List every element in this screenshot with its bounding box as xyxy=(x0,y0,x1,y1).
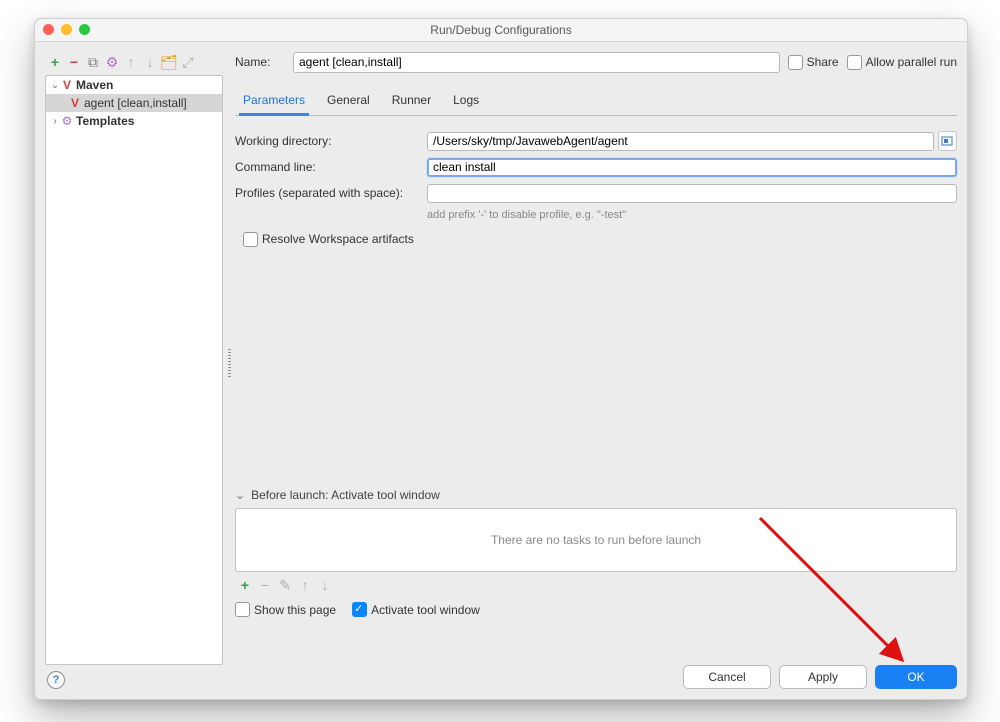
help-button[interactable]: ? xyxy=(47,671,65,689)
expand-button[interactable]: ⤢ xyxy=(180,54,196,70)
checkbox-icon xyxy=(235,602,250,617)
checkbox-icon xyxy=(788,55,803,70)
checkbox-icon xyxy=(352,602,367,617)
tree-node-maven[interactable]: ⌄ V Maven xyxy=(46,76,222,94)
show-this-page-checkbox[interactable]: Show this page xyxy=(235,602,336,617)
maven-icon: V xyxy=(68,96,82,110)
tree-node-templates[interactable]: › ⚙ Templates xyxy=(46,112,222,130)
before-launch-toolbar: + − ✎ ↑ ↓ xyxy=(235,572,957,596)
tree-label-maven: Maven xyxy=(74,78,113,92)
splitter[interactable] xyxy=(228,61,233,665)
remove-task-button[interactable]: − xyxy=(257,577,273,593)
maven-icon: V xyxy=(60,78,74,92)
working-directory-label: Working directory: xyxy=(235,134,427,148)
before-launch-section: ⌄ Before launch: Activate tool window Th… xyxy=(235,488,957,617)
share-label: Share xyxy=(807,55,839,69)
parameters-form: Working directory: Command line: xyxy=(235,128,957,252)
before-launch-list[interactable]: There are no tasks to run before launch xyxy=(235,508,957,572)
resolve-workspace-label: Resolve Workspace artifacts xyxy=(262,232,414,246)
title-bar: Run/Debug Configurations xyxy=(35,19,967,42)
edit-task-button[interactable]: ✎ xyxy=(277,577,293,593)
remove-config-button[interactable]: − xyxy=(66,54,82,70)
splitter-grip-icon xyxy=(228,349,231,377)
checkbox-icon xyxy=(847,55,862,70)
allow-parallel-checkbox[interactable]: Allow parallel run xyxy=(847,55,957,70)
command-line-label: Command line: xyxy=(235,160,427,174)
templates-icon: ⚙ xyxy=(60,114,74,128)
tab-bar: Parameters General Runner Logs xyxy=(235,87,957,116)
tab-parameters[interactable]: Parameters xyxy=(239,87,309,116)
move-task-up-button[interactable]: ↑ xyxy=(297,577,313,593)
before-launch-header: Before launch: Activate tool window xyxy=(251,488,440,502)
folder-button[interactable]: 🗂 xyxy=(161,54,177,70)
tree-label-templates: Templates xyxy=(74,114,134,128)
sidebar: + − ⧉ ⚙ ↑ ↓ 🗂 ⤢ ⌄ V Maven V agent [clean… xyxy=(45,51,223,665)
tab-general[interactable]: General xyxy=(323,87,374,115)
window-title: Run/Debug Configurations xyxy=(35,19,967,41)
resolve-workspace-checkbox[interactable]: Resolve Workspace artifacts xyxy=(243,232,414,247)
ok-button[interactable]: OK xyxy=(875,665,957,689)
tree-label-agent: agent [clean,install] xyxy=(82,96,187,110)
activate-tool-window-label: Activate tool window xyxy=(371,603,480,617)
profiles-label: Profiles (separated with space): xyxy=(235,186,427,200)
activate-tool-window-checkbox[interactable]: Activate tool window xyxy=(352,602,480,617)
move-up-button[interactable]: ↑ xyxy=(123,54,139,70)
expand-toggle-icon[interactable]: ⌄ xyxy=(50,80,60,91)
sidebar-toolbar: + − ⧉ ⚙ ↑ ↓ 🗂 ⤢ xyxy=(45,51,223,73)
browse-module-button[interactable] xyxy=(938,131,957,151)
add-config-button[interactable]: + xyxy=(47,54,63,70)
tab-runner[interactable]: Runner xyxy=(388,87,435,115)
working-directory-input[interactable] xyxy=(427,132,934,151)
profiles-input[interactable] xyxy=(427,184,957,203)
tab-logs[interactable]: Logs xyxy=(449,87,483,115)
config-tree[interactable]: ⌄ V Maven V agent [clean,install] › ⚙ Te… xyxy=(45,75,223,665)
name-label: Name: xyxy=(235,55,285,69)
move-task-down-button[interactable]: ↓ xyxy=(317,577,333,593)
dialog-button-row: Cancel Apply OK xyxy=(683,665,957,689)
profiles-hint: add prefix '-' to disable profile, e.g. … xyxy=(427,209,626,221)
show-this-page-label: Show this page xyxy=(254,603,336,617)
collapse-toggle-icon[interactable]: ⌄ xyxy=(235,488,245,502)
add-task-button[interactable]: + xyxy=(237,577,253,593)
allow-parallel-label: Allow parallel run xyxy=(866,55,957,69)
move-down-button[interactable]: ↓ xyxy=(142,54,158,70)
command-line-input[interactable] xyxy=(427,158,957,177)
expand-toggle-icon[interactable]: › xyxy=(50,116,60,127)
checkbox-icon xyxy=(243,232,258,247)
dialog-window: Run/Debug Configurations + − ⧉ ⚙ ↑ ↓ 🗂 ⤢… xyxy=(34,18,968,700)
copy-config-button[interactable]: ⧉ xyxy=(85,54,101,70)
name-input[interactable] xyxy=(293,52,780,73)
before-launch-empty-text: There are no tasks to run before launch xyxy=(491,533,701,547)
apply-button[interactable]: Apply xyxy=(779,665,867,689)
tree-node-agent[interactable]: V agent [clean,install] xyxy=(46,94,222,112)
share-checkbox[interactable]: Share xyxy=(788,55,839,70)
edit-defaults-button[interactable]: ⚙ xyxy=(104,54,120,70)
cancel-button[interactable]: Cancel xyxy=(683,665,771,689)
main-panel: Name: Share Allow parallel run Parameter… xyxy=(235,51,957,689)
